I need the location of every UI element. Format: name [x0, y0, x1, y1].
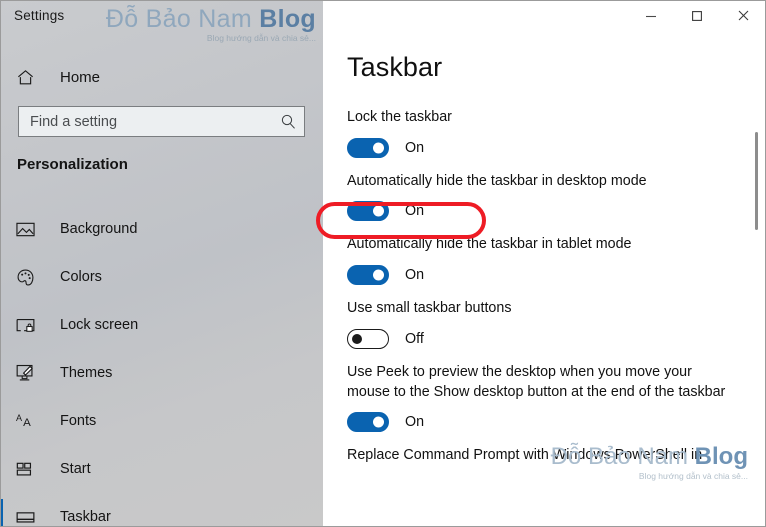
settings-window: Settings Đỗ Bảo Nam Blog Blog hướng dẫn … — [0, 0, 766, 527]
toggle-knob — [373, 205, 384, 217]
setting-label: Automatically hide the taskbar in tablet… — [347, 236, 632, 253]
toggle-row: On — [347, 137, 751, 159]
setting-use-peek: Use Peek to preview the desktop when you… — [347, 363, 751, 433]
search-icon[interactable] — [272, 113, 304, 130]
scrollbar-track[interactable] — [748, 34, 760, 521]
toggle-knob — [352, 333, 362, 344]
watermark-sidebar: Đỗ Bảo Nam Blog Blog hướng dẫn và chia s… — [96, 6, 316, 43]
minimize-button[interactable] — [628, 0, 674, 31]
toggle-row: Off — [347, 328, 751, 350]
toggle-knob — [373, 269, 384, 281]
setting-small-taskbar-buttons: Use small taskbar buttons Off — [347, 299, 751, 350]
setting-auto-hide-tablet-mode: Automatically hide the taskbar in tablet… — [347, 235, 751, 286]
sidebar-item-label: Lock screen — [60, 317, 139, 333]
page-title: Taskbar — [347, 52, 443, 82]
home-icon — [16, 68, 46, 87]
toggle-knob — [373, 416, 384, 428]
setting-label: Lock the taskbar — [347, 109, 452, 125]
app-title: Settings — [14, 8, 65, 23]
sidebar-item-taskbar[interactable]: Taskbar — [0, 493, 323, 527]
toggle-state-label: On — [405, 139, 425, 156]
setting-auto-hide-desktop-mode: Automatically hide the taskbar in deskto… — [347, 172, 751, 223]
setting-label: Use small taskbar buttons — [347, 300, 512, 317]
sidebar-item-background[interactable]: Background — [0, 205, 323, 253]
sidebar-item-fonts[interactable]: A A Fonts — [0, 397, 323, 445]
fonts-icon: A A — [16, 409, 46, 433]
sidebar-item-label: Fonts — [60, 413, 97, 429]
toggle-state-label: On — [405, 414, 425, 431]
sidebar-item-label: Taskbar — [60, 509, 111, 525]
use-peek-toggle[interactable] — [347, 412, 389, 433]
auto-hide-tablet-toggle[interactable] — [347, 265, 389, 286]
setting-lock-the-taskbar: Lock the taskbar On — [347, 108, 751, 159]
sidebar-item-label: Background — [60, 221, 138, 237]
search-box[interactable] — [18, 106, 305, 137]
palette-icon — [16, 265, 46, 289]
toggle-knob — [373, 142, 384, 154]
svg-text:A: A — [16, 413, 23, 423]
scrollbar-thumb[interactable] — [755, 132, 758, 230]
sidebar-item-start[interactable]: Start — [0, 445, 323, 493]
themes-brush-icon — [16, 361, 46, 385]
sidebar-nav-list: Background Colors Lock screen Themes A A… — [0, 205, 323, 527]
lock-taskbar-toggle[interactable] — [347, 137, 389, 158]
watermark-title-bold: Blog — [259, 5, 316, 33]
toggle-row: On — [347, 200, 751, 222]
lock-screen-icon — [16, 313, 46, 337]
toggle-state-label: Off — [405, 330, 424, 347]
toggle-state-label: On — [405, 203, 425, 220]
setting-label: Use Peek to preview the desktop when you… — [347, 363, 726, 400]
sidebar-item-themes[interactable]: Themes — [0, 349, 323, 397]
taskbar-icon — [16, 505, 46, 527]
picture-icon — [16, 217, 46, 241]
main-content: Taskbar Lock the taskbar On Automaticall… — [323, 0, 766, 527]
watermark-subtitle: Blog hướng dẫn và chia sẻ... — [206, 33, 316, 44]
setting-label: Automatically hide the taskbar in deskto… — [347, 172, 647, 189]
watermark-title: Đỗ Bảo Nam Blog — [96, 6, 316, 32]
small-taskbar-buttons-toggle[interactable] — [347, 328, 389, 349]
sidebar-item-home[interactable]: Home — [0, 58, 323, 96]
sidebar: Settings Đỗ Bảo Nam Blog Blog hướng dẫn … — [0, 0, 323, 527]
toggle-state-label: On — [405, 267, 425, 284]
sidebar-item-label: Themes — [60, 365, 113, 381]
sidebar-item-label: Start — [60, 461, 91, 477]
watermark-title-light: Đỗ Bảo Nam — [105, 5, 260, 33]
window-controls — [628, 0, 766, 31]
search-input[interactable] — [19, 107, 272, 136]
setting-label: Replace Command Prompt with Windows Powe… — [347, 447, 703, 464]
maximize-button[interactable] — [674, 0, 720, 31]
settings-list: Lock the taskbar On Automatically hide t… — [347, 108, 751, 479]
svg-text:A: A — [23, 417, 31, 429]
close-button[interactable] — [720, 0, 766, 31]
toggle-row: On — [347, 264, 751, 286]
start-tiles-icon — [16, 457, 46, 481]
setting-replace-command-prompt: Replace Command Prompt with Windows Powe… — [347, 446, 751, 466]
sidebar-section-header: Personalization — [17, 156, 128, 173]
auto-hide-desktop-toggle[interactable] — [347, 201, 389, 222]
sidebar-item-home-label: Home — [60, 68, 101, 86]
sidebar-item-label: Colors — [60, 269, 102, 285]
toggle-row: On — [347, 411, 751, 433]
sidebar-item-lock-screen[interactable]: Lock screen — [0, 301, 323, 349]
sidebar-item-colors[interactable]: Colors — [0, 253, 323, 301]
